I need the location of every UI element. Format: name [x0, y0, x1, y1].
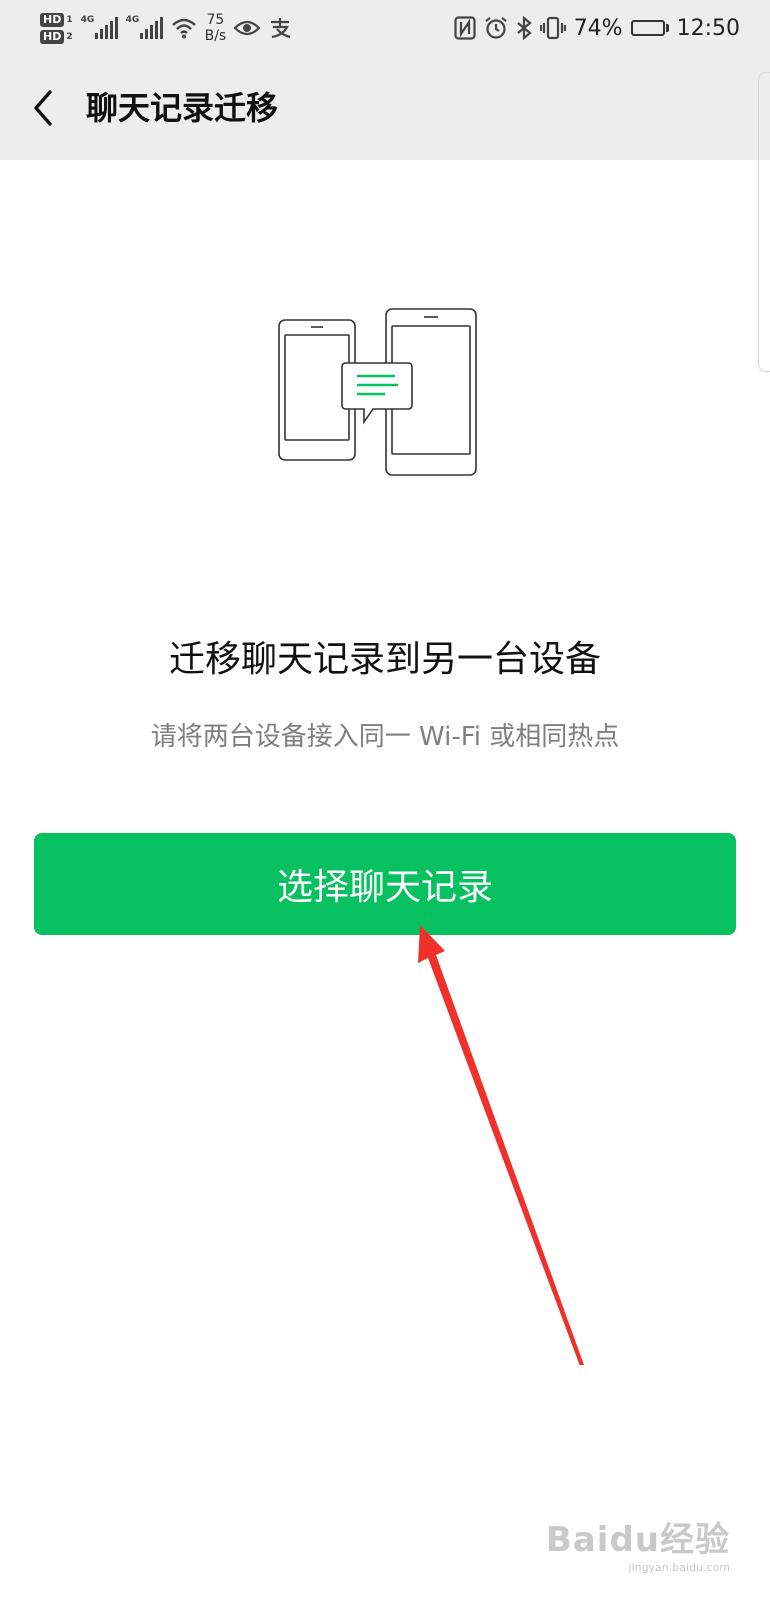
- chevron-left-icon: [34, 90, 52, 126]
- edge-scroll-indicator: [758, 72, 770, 372]
- sim-indicators: HD 1 HD 2: [40, 12, 73, 44]
- nfc-icon: [454, 16, 476, 40]
- battery-percent: 74%: [573, 15, 623, 41]
- alarm-icon: [485, 17, 507, 39]
- sim1-indicator: HD 1: [40, 12, 73, 27]
- net1-label: 4G: [80, 15, 95, 25]
- back-button[interactable]: [22, 84, 70, 132]
- sim1-hd-label: HD: [40, 12, 65, 27]
- sim2-indicator: HD 2: [40, 29, 73, 44]
- watermark-sub: jingyan.baidu.com: [628, 1561, 730, 1574]
- speed-unit: B/s: [204, 28, 227, 44]
- status-bar-right: 74% 12:50: [454, 0, 740, 56]
- watermark-main: Baidu经验: [545, 1520, 730, 1560]
- sim2-hd-label: HD: [40, 29, 65, 44]
- annotation-arrow: [418, 925, 584, 1365]
- eye-icon: [234, 20, 261, 36]
- sim1-number: 1: [66, 14, 73, 25]
- app-header: 聊天记录迁移: [0, 56, 770, 160]
- wifi-icon: [171, 18, 196, 39]
- battery-icon: [630, 20, 669, 36]
- signal-1-icon: 4G: [80, 15, 118, 39]
- page-title: 聊天记录迁移: [86, 89, 279, 127]
- status-bar: HD 1 HD 2 4G 4G 75 B/s 74% 12:50: [0, 0, 770, 56]
- alipay-icon: [271, 18, 291, 39]
- bluetooth-icon: [516, 16, 532, 40]
- speed-value: 75: [206, 12, 225, 28]
- select-chat-history-button[interactable]: 选择聊天记录: [34, 833, 736, 935]
- baidu-watermark: Baidu经验 jingyan.baidu.com: [546, 1512, 730, 1574]
- network-speed: 75 B/s: [205, 12, 227, 44]
- vibrate-icon: [539, 16, 566, 40]
- device-transfer-illustration: [278, 308, 477, 476]
- wifi-hint: 请将两台设备接入同一 Wi-Fi 或相同热点: [150, 722, 620, 752]
- signal-2-icon: 4G: [125, 15, 163, 39]
- migration-headline: 迁移聊天记录到另一台设备: [168, 639, 601, 680]
- clock: 12:50: [676, 15, 740, 41]
- status-bar-left: HD 1 HD 2 4G 4G 75 B/s: [40, 0, 292, 56]
- net2-label: 4G: [125, 15, 140, 25]
- sim2-number: 2: [66, 31, 73, 42]
